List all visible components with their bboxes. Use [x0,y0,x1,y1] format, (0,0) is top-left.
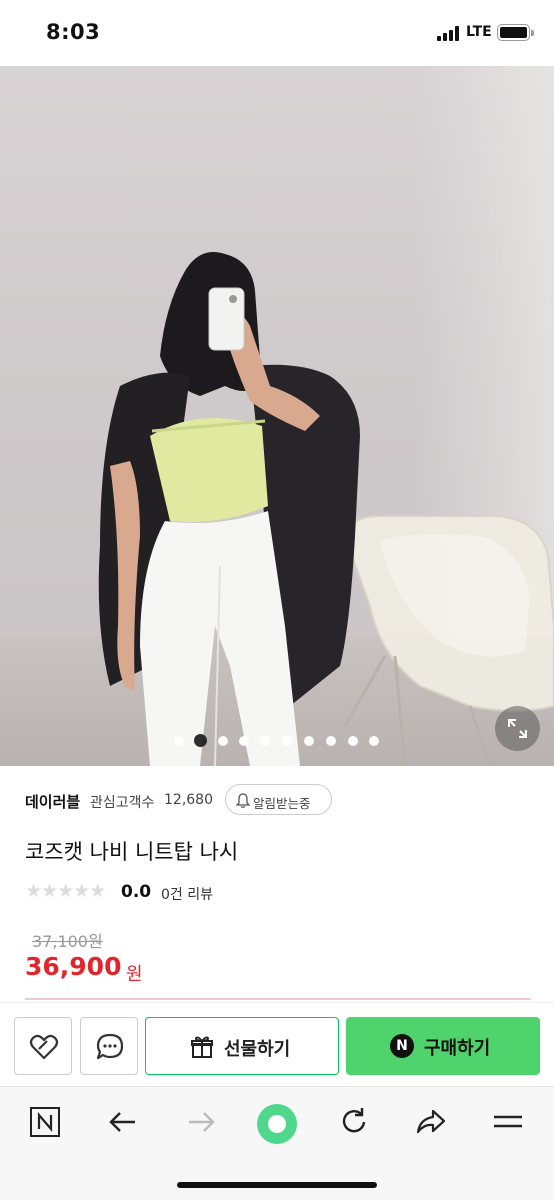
gift-icon [191,1036,213,1058]
network-label: LTE [466,24,492,40]
back-arrow-icon [109,1112,135,1132]
purchase-action-bar: 선물하기 N 구매하기 [0,1002,554,1086]
home-indicator[interactable] [177,1182,377,1188]
interest-count: 12,680 [164,792,213,808]
forward-button[interactable] [184,1105,224,1145]
sale-price: 36,900 [25,952,122,981]
review-count: 0건 리뷰 [161,887,213,903]
green-dot-icon [257,1104,297,1144]
rating-value: 0.0 [121,882,152,902]
rating-stars-icon: ★★★★★ [25,880,106,902]
gallery-pagination[interactable] [174,734,384,748]
green-dot-button[interactable] [256,1103,297,1144]
gift-label: 선물하기 [224,1039,291,1060]
signal-icon [437,26,463,41]
menu-button[interactable] [491,1105,531,1145]
share-button[interactable] [414,1105,454,1145]
back-button[interactable] [106,1105,146,1145]
chat-bubble-icon [96,1033,124,1060]
notify-button[interactable]: 알림받는중 [225,784,332,815]
divider [25,998,531,1000]
gift-button[interactable]: 선물하기 [145,1017,339,1075]
wish-button[interactable] [14,1017,72,1075]
battery-icon [497,24,534,41]
expand-button[interactable] [495,706,540,751]
share-icon [416,1109,446,1134]
status-time: 8:03 [46,20,101,44]
refresh-icon [342,1108,366,1133]
status-bar: 8:03 LTE [0,0,554,66]
rating-row[interactable]: ★★★★★ 0.0 0건 리뷰 [25,880,325,903]
heart-link-icon [29,1034,59,1060]
sale-price-unit: 원 [126,964,143,985]
refresh-button[interactable] [337,1105,377,1145]
product-photo [98,252,554,766]
naver-n-icon: N [390,1034,414,1058]
interest-label: 관심고객수 [90,795,155,811]
naver-home-icon [30,1107,60,1137]
naver-home-button[interactable] [28,1105,68,1145]
buy-label: 구매하기 [424,1038,491,1059]
store-name[interactable]: 데이러블 [25,791,80,812]
menu-icon [494,1115,522,1128]
product-title: 코즈캣 나비 니트탑 나시 [25,840,239,864]
store-row: 데이러블 관심고객수 12,680 알림받는중 [25,784,545,816]
product-image[interactable] [0,66,554,766]
notify-label: 알림받는중 [253,796,311,811]
expand-arrows-icon [508,719,527,738]
original-price: 37,100원 [32,932,103,951]
forward-arrow-icon [189,1112,215,1132]
buy-button[interactable]: N 구매하기 [346,1017,540,1075]
chat-button[interactable] [80,1017,138,1075]
bell-icon [236,793,250,808]
